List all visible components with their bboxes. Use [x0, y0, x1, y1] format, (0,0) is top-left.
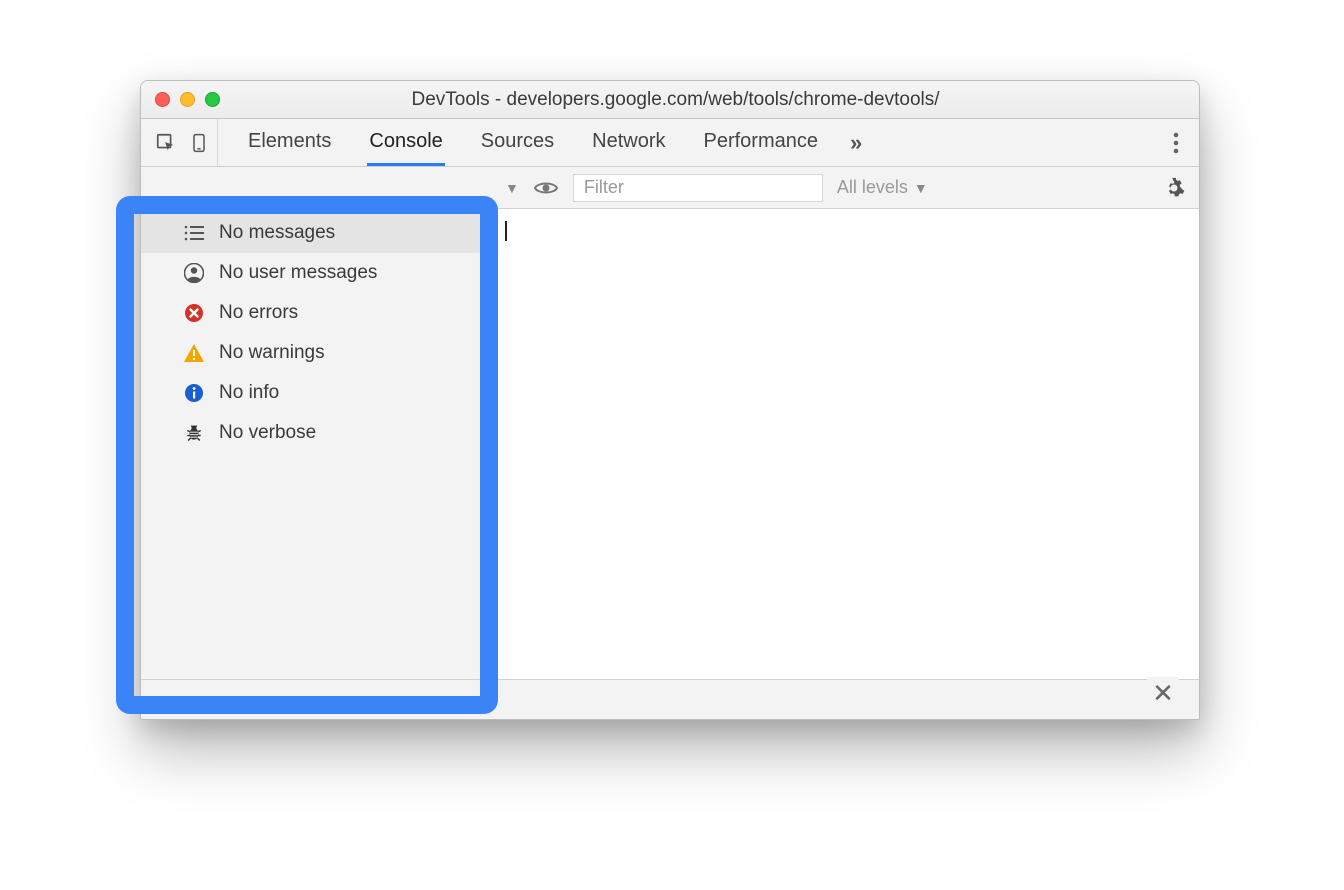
sidebar-item-info[interactable]: No info	[141, 373, 490, 413]
close-window-button[interactable]	[155, 92, 170, 107]
warning-icon	[183, 342, 205, 364]
sidebar-item-warnings[interactable]: No warnings	[141, 333, 490, 373]
window-title: DevTools - developers.google.com/web/too…	[411, 89, 939, 111]
sidebar-item-errors[interactable]: No errors	[141, 293, 490, 333]
console-settings-icon[interactable]	[1163, 177, 1189, 199]
info-icon	[183, 382, 205, 404]
window-controls	[155, 92, 220, 107]
text-cursor	[505, 221, 507, 241]
bug-icon	[183, 422, 205, 444]
sidebar-item-label: No errors	[219, 302, 298, 324]
console-output[interactable]	[491, 209, 1199, 679]
more-tabs-button[interactable]: »	[850, 130, 862, 156]
console-toolbar: ▼ All levels ▼	[141, 167, 1199, 209]
sidebar-item-label: No warnings	[219, 342, 325, 364]
titlebar: DevTools - developers.google.com/web/too…	[141, 81, 1199, 119]
tab-network[interactable]: Network	[590, 120, 667, 166]
error-icon	[183, 302, 205, 324]
user-icon	[183, 262, 205, 284]
sidebar-item-verbose[interactable]: No verbose	[141, 413, 490, 453]
chevron-down-icon: ▼	[914, 180, 928, 196]
console-body: No messages No user messages	[141, 209, 1199, 679]
list-icon	[183, 222, 205, 244]
log-levels-dropdown[interactable]: All levels ▼	[837, 177, 928, 198]
log-levels-label: All levels	[837, 177, 908, 198]
drawer-strip	[141, 679, 1199, 719]
device-toolbar-icon[interactable]	[189, 132, 209, 154]
tab-elements[interactable]: Elements	[246, 120, 333, 166]
settings-menu-button[interactable]	[1163, 132, 1189, 154]
tab-performance[interactable]: Performance	[702, 120, 821, 166]
panel-tabs: Elements Console Sources Network Perform…	[218, 120, 820, 166]
tab-bar: Elements Console Sources Network Perform…	[141, 119, 1199, 167]
sidebar-item-label: No messages	[219, 222, 335, 244]
zoom-window-button[interactable]	[205, 92, 220, 107]
devtools-window: DevTools - developers.google.com/web/too…	[140, 80, 1200, 720]
sidebar-item-label: No verbose	[219, 422, 316, 444]
inspect-toggles	[151, 119, 218, 166]
sidebar-item-label: No info	[219, 382, 279, 404]
sidebar-item-messages[interactable]: No messages	[141, 213, 490, 253]
close-drawer-button[interactable]: ✕	[1147, 677, 1179, 709]
filter-input[interactable]	[573, 174, 823, 202]
live-expression-icon[interactable]	[533, 179, 559, 197]
context-dropdown-icon[interactable]: ▼	[505, 180, 519, 196]
minimize-window-button[interactable]	[180, 92, 195, 107]
tab-console[interactable]: Console	[367, 120, 444, 166]
sidebar-item-label: No user messages	[219, 262, 377, 284]
tab-sources[interactable]: Sources	[479, 120, 556, 166]
console-sidebar: No messages No user messages	[141, 209, 491, 679]
inspect-element-icon[interactable]	[155, 132, 177, 154]
sidebar-item-user-messages[interactable]: No user messages	[141, 253, 490, 293]
